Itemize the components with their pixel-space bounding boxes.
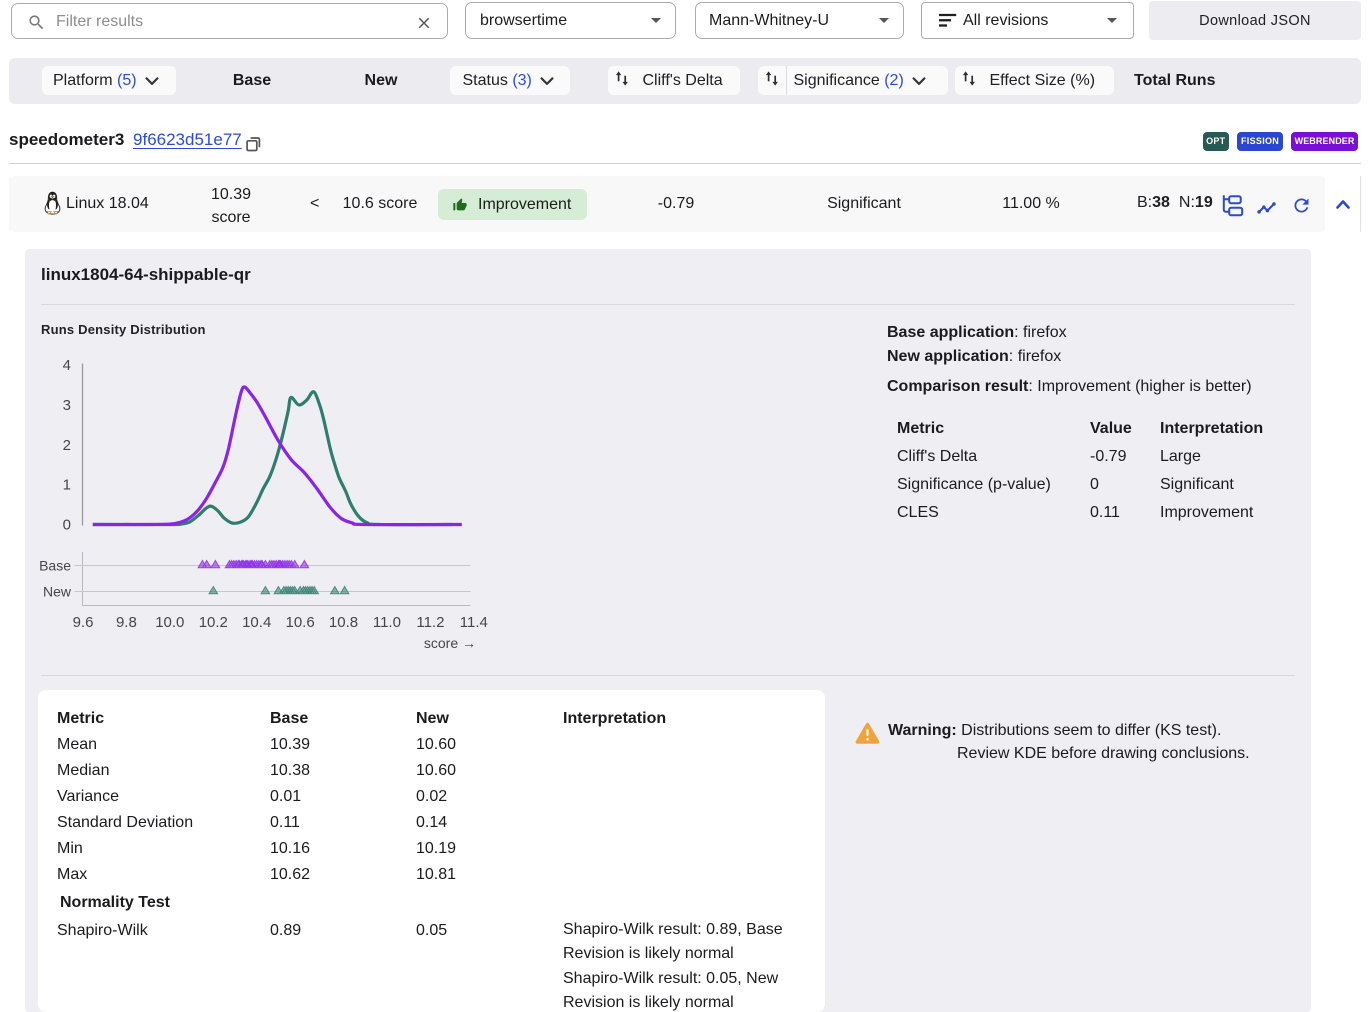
svg-text:9.8: 9.8 <box>116 614 137 631</box>
svg-text:2: 2 <box>63 437 71 454</box>
svg-text:10.2: 10.2 <box>199 614 228 631</box>
svg-text:Base: Base <box>39 558 71 574</box>
svg-text:9.6: 9.6 <box>73 614 94 631</box>
svg-text:1: 1 <box>63 477 71 494</box>
svg-text:11.4: 11.4 <box>460 614 488 631</box>
svg-text:11.0: 11.0 <box>373 614 401 631</box>
svg-text:4: 4 <box>63 357 71 374</box>
svg-text:New: New <box>43 584 72 600</box>
svg-text:10.4: 10.4 <box>242 614 271 631</box>
svg-text:10.8: 10.8 <box>329 614 358 631</box>
svg-text:score →: score → <box>424 635 476 651</box>
svg-text:11.2: 11.2 <box>416 614 444 631</box>
svg-text:3: 3 <box>63 397 71 414</box>
svg-text:10.6: 10.6 <box>285 614 314 631</box>
svg-text:10.0: 10.0 <box>155 614 184 631</box>
svg-text:0: 0 <box>63 517 71 534</box>
